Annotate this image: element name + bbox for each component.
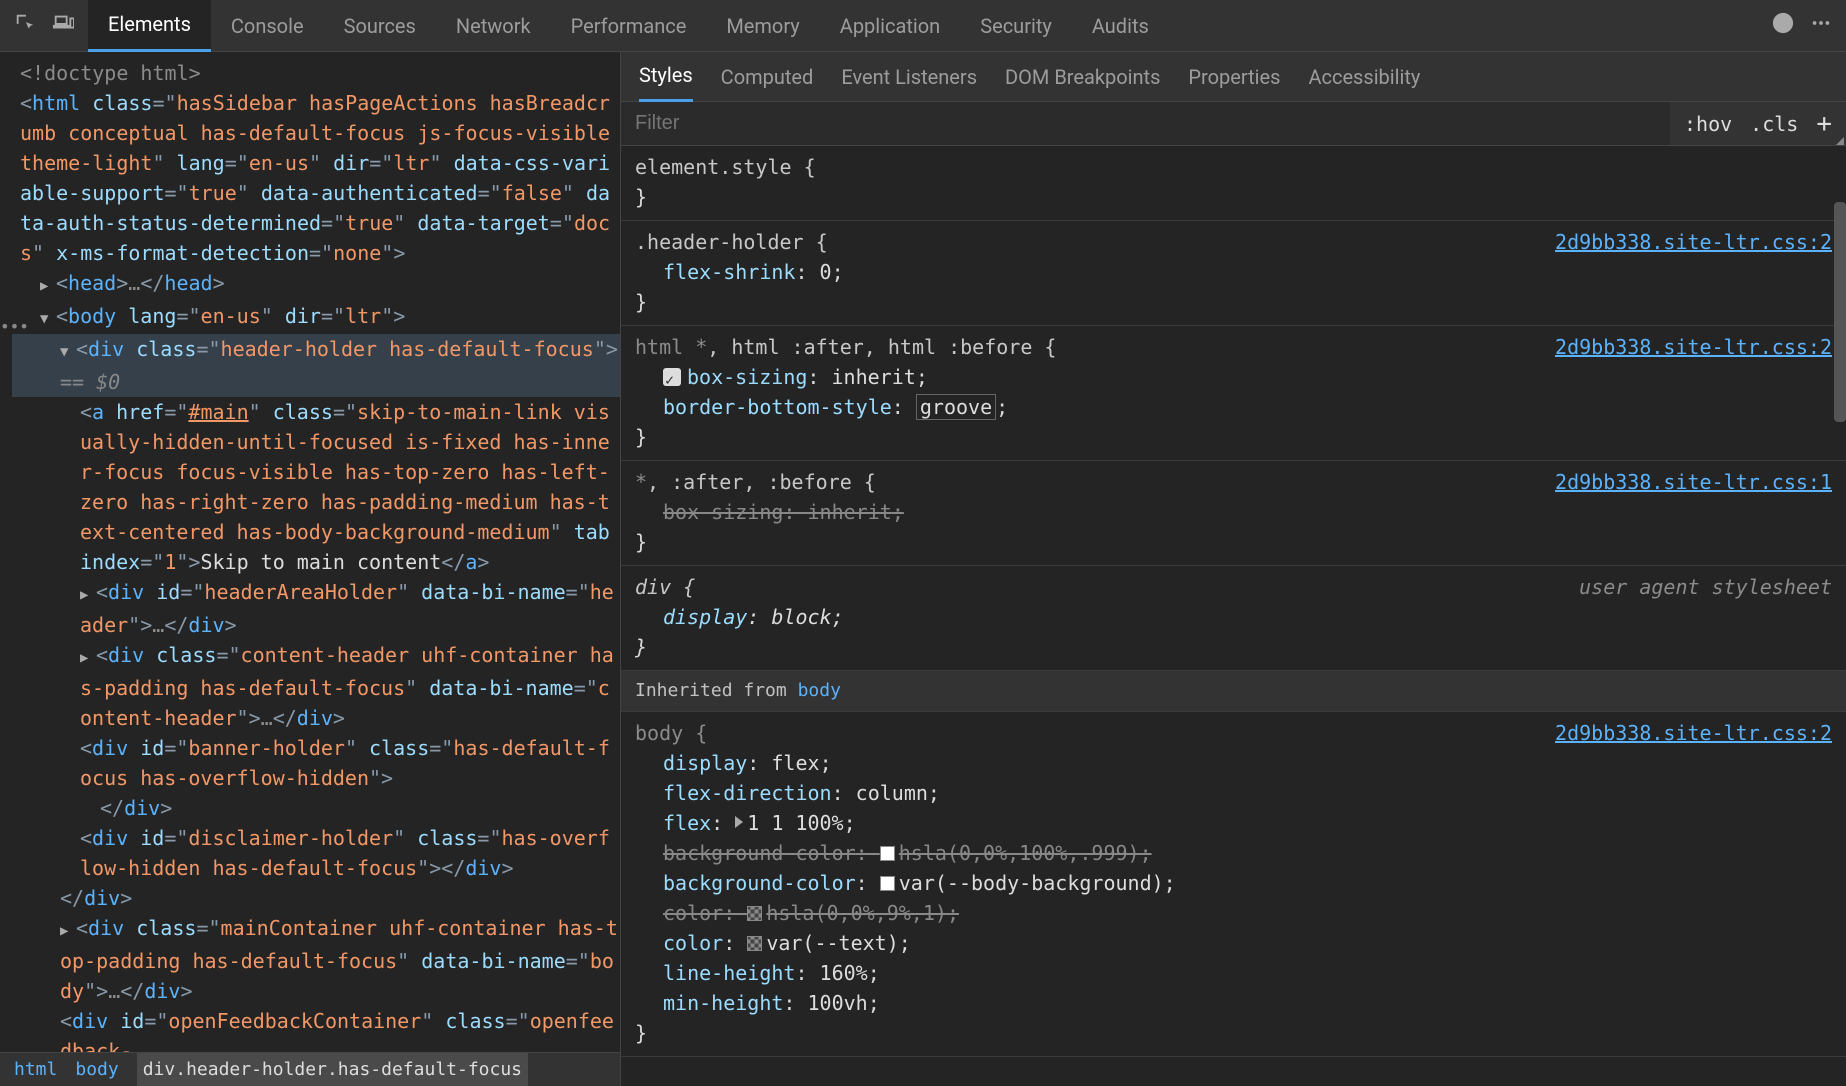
- inspect-icon[interactable]: [14, 12, 36, 39]
- property-checkbox[interactable]: [663, 368, 681, 386]
- scrollbar-thumb[interactable]: [1834, 202, 1846, 422]
- styles-tab-breakpoints[interactable]: DOM Breakpoints: [1005, 52, 1160, 102]
- tab-console[interactable]: Console: [211, 0, 324, 52]
- body-open[interactable]: ▼<body lang="en-us" dir="ltr">: [12, 301, 620, 334]
- html-open[interactable]: <html class="hasSidebar hasPageActions h…: [12, 88, 620, 268]
- ua-label: user agent stylesheet: [1579, 572, 1832, 602]
- filter-row: :hov .cls +: [621, 102, 1846, 146]
- rule-header-holder[interactable]: 2d9bb338.site-ltr.css:2 .header-holder {…: [621, 221, 1846, 326]
- crumb-selected[interactable]: div.header-holder.has-default-focus: [137, 1053, 528, 1086]
- banner-open[interactable]: <div id="banner-holder" class="has-defau…: [12, 733, 620, 793]
- feedback-node[interactable]: <div id="openFeedbackContainer" class="o…: [12, 1006, 620, 1052]
- styles-tab-styles[interactable]: Styles: [639, 52, 693, 102]
- hov-toggle[interactable]: :hov: [1684, 112, 1732, 136]
- color-swatch-icon[interactable]: [880, 876, 895, 891]
- gutter-ellipsis-icon: •••: [0, 312, 29, 342]
- toolbar-left: [0, 12, 88, 39]
- tab-performance[interactable]: Performance: [551, 0, 707, 52]
- main-container-node[interactable]: ▶<div class="mainContainer uhf-container…: [12, 913, 620, 1006]
- rule-element-style[interactable]: element.style { }: [621, 146, 1846, 221]
- rules-list[interactable]: element.style { } 2d9bb338.site-ltr.css:…: [621, 146, 1846, 1086]
- color-swatch-icon[interactable]: [880, 846, 895, 861]
- head-node[interactable]: ▶<head>…</head>: [12, 268, 620, 301]
- source-link[interactable]: 2d9bb338.site-ltr.css:2: [1555, 227, 1832, 257]
- tab-application[interactable]: Application: [820, 0, 960, 52]
- banner-close[interactable]: </div>: [12, 793, 620, 823]
- toolbar-right: [1758, 12, 1846, 39]
- tab-security[interactable]: Security: [960, 0, 1072, 52]
- color-swatch-icon[interactable]: [747, 936, 762, 951]
- breadcrumb: html body div.header-holder.has-default-…: [0, 1052, 620, 1086]
- tab-sources[interactable]: Sources: [324, 0, 436, 52]
- tab-elements[interactable]: Elements: [88, 0, 211, 52]
- header-area-node[interactable]: ▶<div id="headerAreaHolder" data-bi-name…: [12, 577, 620, 640]
- tab-memory[interactable]: Memory: [706, 0, 819, 52]
- main-split: <!doctype html> <html class="hasSidebar …: [0, 52, 1846, 1086]
- dropdown-corner-icon[interactable]: [1836, 137, 1844, 145]
- rule-star[interactable]: 2d9bb338.site-ltr.css:1 *, :after, :befo…: [621, 461, 1846, 566]
- doctype-node[interactable]: <!doctype html>: [20, 61, 201, 85]
- main-tabs-bar: Elements Console Sources Network Perform…: [0, 0, 1846, 52]
- expand-shorthand-icon[interactable]: [735, 816, 743, 828]
- styles-tab-properties[interactable]: Properties: [1188, 52, 1280, 102]
- dom-tree[interactable]: <!doctype html> <html class="hasSidebar …: [0, 52, 620, 1052]
- styles-tabs: Styles Computed Event Listeners DOM Brea…: [621, 52, 1846, 102]
- color-swatch-icon[interactable]: [747, 906, 762, 921]
- content-header-node[interactable]: ▶<div class="content-header uhf-containe…: [12, 640, 620, 733]
- feedback-icon[interactable]: [1772, 12, 1794, 39]
- inherited-from-bar: Inherited from body: [621, 671, 1846, 712]
- device-icon[interactable]: [52, 12, 74, 39]
- elements-panel: <!doctype html> <html class="hasSidebar …: [0, 52, 620, 1086]
- crumb-body[interactable]: body: [75, 1055, 118, 1085]
- devtools-root: Elements Console Sources Network Perform…: [0, 0, 1846, 1086]
- styles-panel: Styles Computed Event Listeners DOM Brea…: [620, 52, 1846, 1086]
- crumb-html[interactable]: html: [14, 1055, 57, 1085]
- rule-html-star[interactable]: 2d9bb338.site-ltr.css:2 html *, html :af…: [621, 326, 1846, 461]
- new-rule-button[interactable]: +: [1816, 109, 1832, 139]
- inherited-from-link[interactable]: body: [798, 680, 841, 701]
- skip-link-node[interactable]: <a href="#main" class="skip-to-main-link…: [12, 397, 620, 577]
- source-link[interactable]: 2d9bb338.site-ltr.css:2: [1555, 718, 1832, 748]
- cls-toggle[interactable]: .cls: [1750, 112, 1798, 136]
- more-icon[interactable]: [1810, 12, 1832, 39]
- rule-div-ua[interactable]: user agent stylesheet div { display: blo…: [621, 566, 1846, 671]
- source-link[interactable]: 2d9bb338.site-ltr.css:1: [1555, 467, 1832, 497]
- tab-network[interactable]: Network: [436, 0, 551, 52]
- selected-node[interactable]: ▼<div class="header-holder has-default-f…: [12, 334, 620, 397]
- source-link[interactable]: 2d9bb338.site-ltr.css:2: [1555, 332, 1832, 362]
- tab-audits[interactable]: Audits: [1072, 0, 1169, 52]
- header-holder-close[interactable]: </div>: [12, 883, 620, 913]
- styles-tab-listeners[interactable]: Event Listeners: [841, 52, 977, 102]
- filter-input[interactable]: [621, 112, 1670, 135]
- styles-tab-computed[interactable]: Computed: [721, 52, 814, 102]
- rule-body[interactable]: 2d9bb338.site-ltr.css:2 body { display: …: [621, 712, 1846, 1057]
- disclaimer-node[interactable]: <div id="disclaimer-holder" class="has-o…: [12, 823, 620, 883]
- styles-tab-accessibility[interactable]: Accessibility: [1308, 52, 1420, 102]
